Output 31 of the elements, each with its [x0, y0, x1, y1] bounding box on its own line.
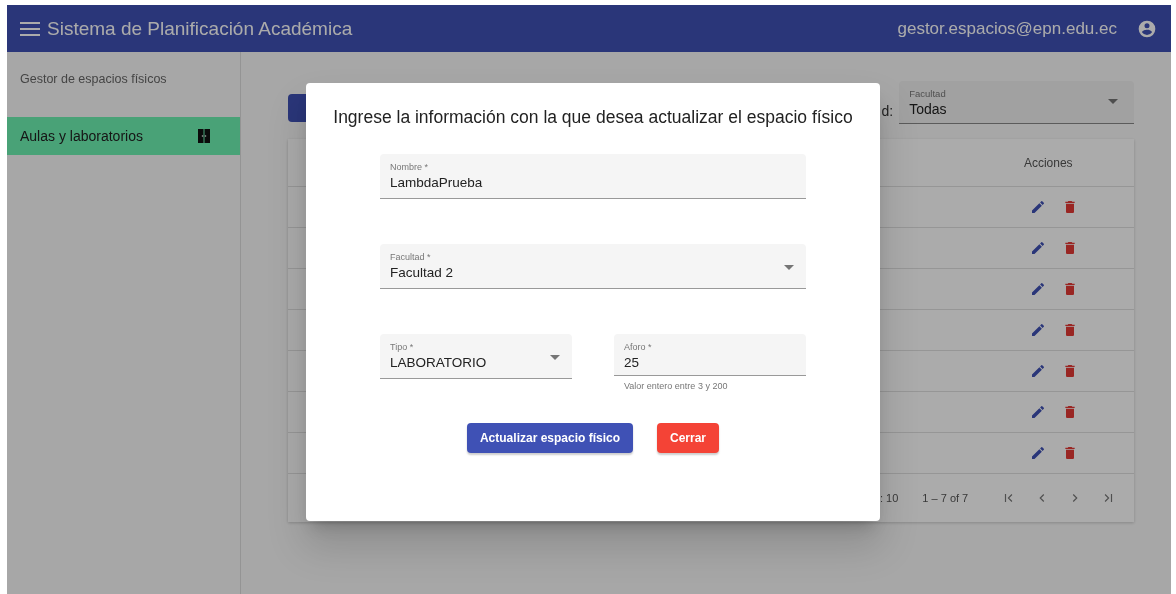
- door-icon: [198, 129, 210, 143]
- field-hint: Valor entero entre 3 y 200: [623, 381, 729, 391]
- close-button[interactable]: Cerrar: [657, 423, 720, 453]
- select-field[interactable]: Tipo * LABORATORIO: [380, 334, 572, 379]
- pencil-icon: [1030, 445, 1047, 461]
- menu-icon[interactable]: [20, 21, 40, 36]
- pencil-icon: [1030, 363, 1047, 379]
- account-icon[interactable]: [1137, 18, 1157, 39]
- pencil-icon: [1030, 322, 1047, 338]
- pencil-icon: [1030, 404, 1047, 420]
- column-header: Acciones: [1022, 155, 1074, 170]
- faculty-filter-select[interactable]: Facultad Todas: [899, 81, 1135, 124]
- dropdown-caret-icon: [784, 265, 794, 270]
- page-range: 1 – 7 of 7: [922, 492, 969, 504]
- sidebar-item-label: Aulas y laboratorios: [20, 128, 143, 144]
- user-email: gestor.espacios@epn.edu.ec: [897, 18, 1117, 39]
- pencil-icon: [1030, 240, 1047, 256]
- filter-label: d:: [881, 103, 894, 119]
- update-button[interactable]: Actualizar espacio físico: [466, 423, 633, 453]
- dialog-title: Ingrese la información con la que desea actualizar el espacio físico: [333, 107, 853, 129]
- sidebar-item[interactable]: Aulas y laboratorios: [7, 117, 240, 155]
- dropdown-caret-icon: [1108, 99, 1119, 104]
- pencil-icon: [1030, 281, 1047, 297]
- page-size-text: : 10: [880, 492, 899, 504]
- select-field[interactable]: Facultad * Facultad 2: [380, 244, 806, 289]
- dropdown-caret-icon: [550, 355, 560, 360]
- pencil-icon: [1030, 199, 1047, 215]
- sidebar-heading: Gestor de espacios físicos: [19, 71, 168, 88]
- app-title: Sistema de Planificación Académica: [47, 17, 353, 40]
- input-field[interactable]: Nombre * LambdaPrueba: [380, 154, 806, 199]
- input-field[interactable]: Aforo * 25: [614, 334, 806, 376]
